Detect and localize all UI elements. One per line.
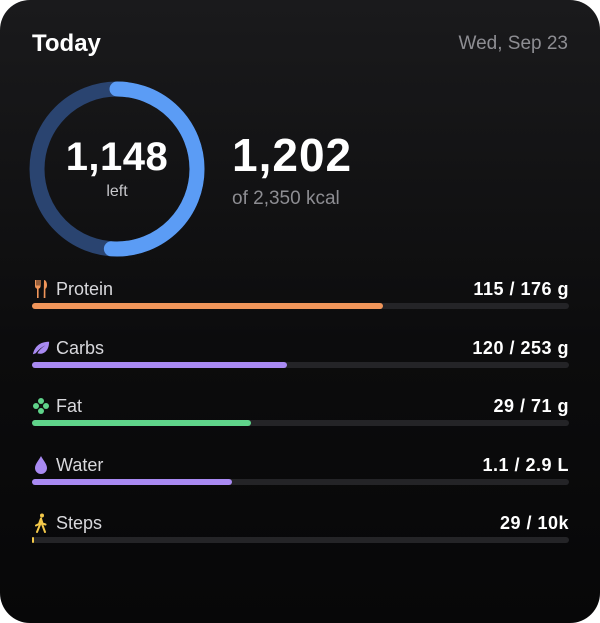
flower-icon (32, 396, 50, 416)
progress-track (32, 362, 569, 368)
fork-knife-icon (32, 279, 50, 299)
metric-value: 120 / 253 g (472, 338, 569, 358)
progress-fill (32, 303, 383, 309)
nutrition-summary-card: Today Wed, Sep 23 1,148 left 1,202 of 2,… (0, 0, 600, 623)
progress-fill (32, 479, 232, 485)
progress-fill (32, 420, 252, 426)
calories-consumed-value: 1,202 (232, 129, 353, 181)
progress-fill (32, 362, 287, 368)
calorie-ring: 1,148 left (27, 79, 207, 259)
calories-left-value: 1,148 (65, 135, 169, 179)
metric-row-fat: Fat 29 / 71 g (32, 396, 569, 436)
water-drop-icon (32, 455, 50, 475)
calories-left-label: left (106, 183, 128, 200)
metric-row-steps: Steps 29 / 10k (32, 513, 569, 553)
metric-label: Carbs (56, 338, 105, 358)
metric-label: Fat (56, 396, 83, 416)
leaf-icon (32, 338, 50, 358)
metric-value: 115 / 176 g (473, 279, 569, 299)
metric-value: 29 / 71 g (493, 396, 569, 416)
metric-row-water: Water 1.1 / 2.9 L (32, 455, 569, 495)
calorie-goal-text: of 2,350 kcal (232, 188, 340, 209)
page-title: Today (32, 30, 101, 57)
metric-value: 1.1 / 2.9 L (482, 455, 569, 475)
metric-row-protein: Protein 115 / 176 g (32, 279, 569, 319)
metric-label: Protein (56, 279, 114, 299)
progress-track (32, 537, 569, 543)
progress-track (32, 479, 569, 485)
progress-track (32, 303, 569, 309)
metric-value: 29 / 10k (499, 513, 569, 533)
metric-row-carbs: Carbs 120 / 253 g (32, 338, 569, 378)
date-label: Wed, Sep 23 (458, 33, 568, 54)
metric-label: Water (56, 455, 104, 475)
progress-track (32, 420, 569, 426)
metric-label: Steps (56, 513, 103, 533)
progress-fill (32, 537, 35, 543)
walking-icon (32, 513, 50, 533)
